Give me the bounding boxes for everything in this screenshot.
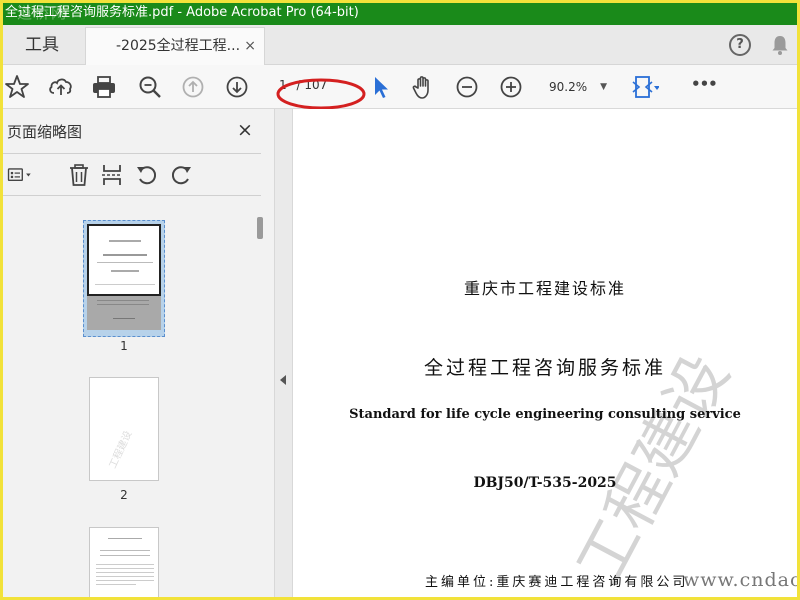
more-icon[interactable]: •••: [691, 75, 719, 103]
thumbnail-toolbar: [3, 154, 261, 194]
tab-document-label: -2025全过程工程...: [116, 38, 241, 54]
bell-icon[interactable]: [771, 35, 789, 55]
thumbnail-options-icon[interactable]: [7, 162, 33, 188]
prev-page-icon[interactable]: [179, 73, 207, 101]
document-watermark: 工程建设: [562, 343, 743, 596]
hand-icon[interactable]: [409, 73, 437, 101]
sidebar-title: 页面缩略图: [7, 123, 83, 141]
thumbnail-scrollbar[interactable]: [257, 217, 263, 239]
tab-close-button[interactable]: ×: [244, 28, 256, 64]
sidebar-close-button[interactable]: ×: [237, 119, 253, 141]
star-icon[interactable]: [3, 73, 31, 101]
thumbnail-watermark: 工程建设: [107, 429, 135, 471]
thumbnail-page-3[interactable]: [89, 527, 159, 597]
document-title: 全过程工程咨询服务标准: [423, 357, 666, 379]
tab-bar: 工具 -2025全过程工程... × ?: [3, 25, 797, 65]
zoom-value: 90.2%: [549, 80, 588, 94]
upload-icon[interactable]: [47, 73, 75, 101]
title-bar: 全过程工程咨询服务标准.pdf - Adobe Acrobat Pro (64-…: [3, 3, 797, 25]
main-toolbar: 1 / 107 90.2% ▼ •••: [3, 65, 797, 110]
page-fit-icon[interactable]: [631, 73, 660, 101]
thumbnail-page-2[interactable]: 工程建设: [89, 377, 159, 481]
next-page-icon[interactable]: [223, 73, 251, 101]
thumbnail-viewport-frame: [87, 224, 161, 296]
document-issuer: 重庆市工程建设标准: [463, 279, 626, 298]
page-thumbnails-panel: 页面缩略图 × 1 工程建设 2: [3, 109, 275, 597]
divider: [3, 195, 261, 196]
trash-icon[interactable]: [66, 162, 92, 188]
zoom-out-icon[interactable]: [453, 73, 481, 101]
print-icon[interactable]: [90, 73, 118, 101]
chevron-down-icon: ▼: [600, 82, 607, 92]
zoom-search-icon[interactable]: [136, 73, 164, 101]
app-window: 全过程工程咨询服务标准.pdf - Adobe Acrobat Pro (64-…: [0, 0, 800, 600]
document-view[interactable]: 工程建设 重庆市工程建设标准 全过程工程咨询服务标准 Standard for …: [293, 109, 797, 597]
rotate-right-icon[interactable]: [168, 162, 194, 188]
extract-page-icon[interactable]: [99, 162, 125, 188]
zoom-in-icon[interactable]: [497, 73, 525, 101]
thumbnail-label-1: 1: [120, 339, 128, 353]
document-code: DBJ50/T-535-2025: [473, 475, 617, 491]
rotate-left-icon[interactable]: [134, 162, 160, 188]
red-annotation-ellipse: [276, 78, 366, 110]
help-icon[interactable]: ?: [729, 34, 751, 56]
tab-document[interactable]: -2025全过程工程... ×: [85, 27, 265, 65]
document-subtitle: Standard for life cycle engineering cons…: [349, 407, 741, 422]
tab-tools[interactable]: 工具: [3, 25, 81, 65]
site-watermark: 道桥网: [17, 4, 69, 22]
zoom-dropdown[interactable]: 90.2% ▼: [543, 74, 615, 100]
thumbnail-label-2: 2: [120, 488, 128, 502]
document-watermark-text: 工程建设: [562, 343, 743, 596]
select-arrow-icon[interactable]: [367, 73, 395, 101]
thumbnail-page-1[interactable]: [83, 220, 165, 337]
sidebar-collapse-handle[interactable]: [275, 109, 293, 597]
collapse-arrow-icon: [280, 375, 286, 385]
site-watermark-bottom: www.cndao.com: [683, 569, 800, 591]
